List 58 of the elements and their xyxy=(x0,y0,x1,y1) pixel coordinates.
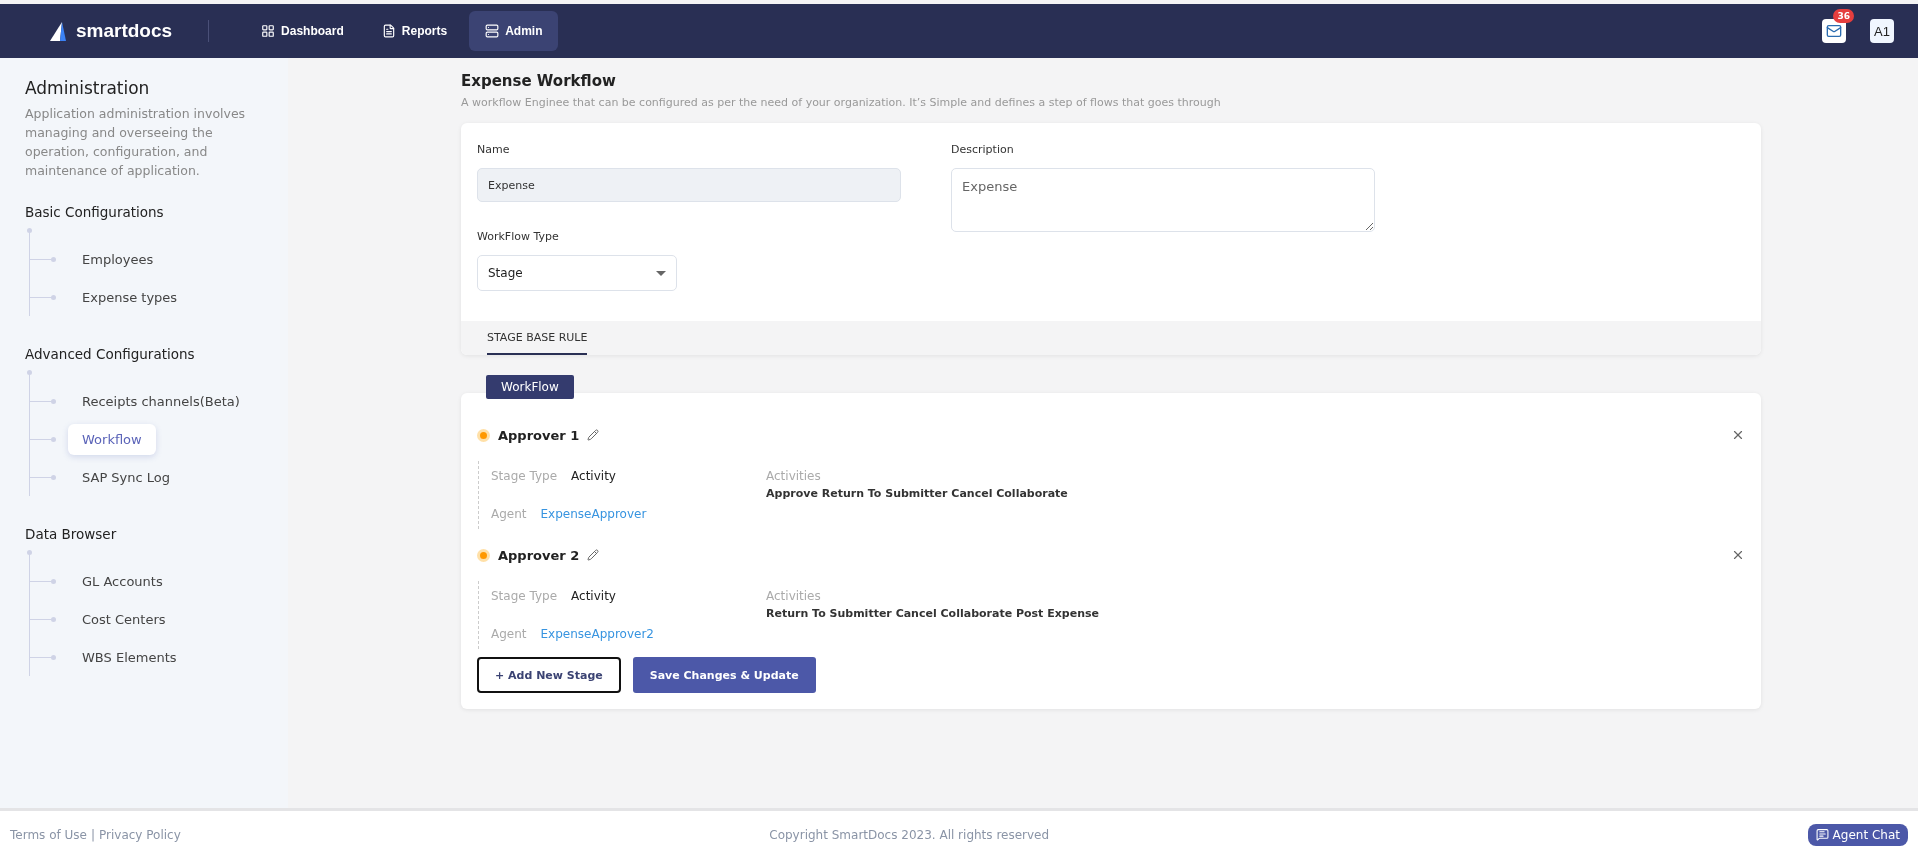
stage-title: Approver 2 xyxy=(498,547,580,563)
sidebar-item[interactable]: Cost Centers xyxy=(68,603,180,635)
field-label: Activities xyxy=(766,589,822,603)
nav-tab[interactable]: Dashboard xyxy=(245,11,360,51)
field-label: Agent xyxy=(491,507,527,521)
field-value: Activity xyxy=(571,589,616,603)
field-label: Description xyxy=(951,143,1015,156)
page-title: Expense Workflow xyxy=(461,72,617,90)
description-field[interactable]: Expense xyxy=(951,168,1375,232)
field-value: Activity xyxy=(571,469,616,483)
workflow-type-select[interactable]: Stage xyxy=(477,255,677,291)
name-field[interactable]: Expense xyxy=(477,168,901,202)
edit-icon[interactable] xyxy=(587,429,600,441)
sidebar-title: Administration xyxy=(25,78,151,98)
activities-text: Return To Submitter Cancel Collaborate Post Expense xyxy=(766,607,1100,620)
user-avatar[interactable]: A1 xyxy=(1870,19,1894,43)
close-button[interactable] xyxy=(1731,428,1745,442)
logo-text: smartdocs xyxy=(76,20,173,42)
sidebar-item[interactable]: WBS Elements xyxy=(68,641,191,673)
document-icon xyxy=(381,24,396,38)
sidebar-item[interactable]: Expense types xyxy=(68,281,192,313)
add-stage-button[interactable]: + Add New Stage xyxy=(477,657,621,693)
sidebar-item[interactable]: Workflow xyxy=(68,423,156,455)
field-label: Activities xyxy=(766,469,822,483)
grid-icon xyxy=(261,24,276,38)
tab[interactable]: STAGE BASE RULE xyxy=(487,321,588,355)
close-button[interactable] xyxy=(1731,548,1745,562)
nav-tab[interactable]: Reports xyxy=(365,11,464,51)
mail-icon xyxy=(1826,23,1842,39)
sidebar-description: Application administration involves managing and overseeing the operation, configuration, and maintenance of application. xyxy=(25,105,247,180)
field-label: Name xyxy=(477,143,511,156)
group-heading: Data Browser xyxy=(25,526,118,542)
nav-tab[interactable]: Admin xyxy=(469,11,559,51)
field-label: Stage Type xyxy=(491,589,558,603)
workflow-label: WorkFlow xyxy=(486,375,574,399)
field-label: Stage Type xyxy=(491,469,558,483)
group-heading: Basic Configurations xyxy=(25,204,165,220)
server-icon xyxy=(485,24,500,38)
copyright-text: Copyright SmartDocs 2023. All rights reserved xyxy=(769,827,1050,842)
chat-icon xyxy=(1815,828,1829,841)
sidebar-item[interactable]: GL Accounts xyxy=(68,565,177,597)
field-label: WorkFlow Type xyxy=(477,230,560,243)
activities-text: Approve Return To Submitter Cancel Collaborate xyxy=(766,487,1069,500)
sidebar-item[interactable]: Employees xyxy=(68,243,168,275)
notification-badge: 36 xyxy=(1833,9,1854,23)
stage-title: Approver 1 xyxy=(498,427,580,443)
logo[interactable]: smartdocs xyxy=(48,20,173,42)
page-subtitle: A workflow Enginee that can be configured as per the need of your organization. It’s Simple and defines a step of flows that goes through xyxy=(461,96,1222,109)
agent-chat-button[interactable]: Agent Chat xyxy=(1807,823,1908,846)
edit-icon[interactable] xyxy=(587,549,600,561)
caret-icon xyxy=(656,270,666,276)
sidebar-item[interactable]: Receipts channels(Beta) xyxy=(68,385,254,417)
field-label: Agent xyxy=(491,627,527,641)
mail-button[interactable] xyxy=(1822,19,1846,43)
separator-text: | xyxy=(90,827,95,842)
group-heading: Advanced Configurations xyxy=(25,346,196,362)
sidebar-item[interactable]: SAP Sync Log xyxy=(68,461,185,493)
save-button[interactable]: Save Changes & Update xyxy=(632,657,816,693)
